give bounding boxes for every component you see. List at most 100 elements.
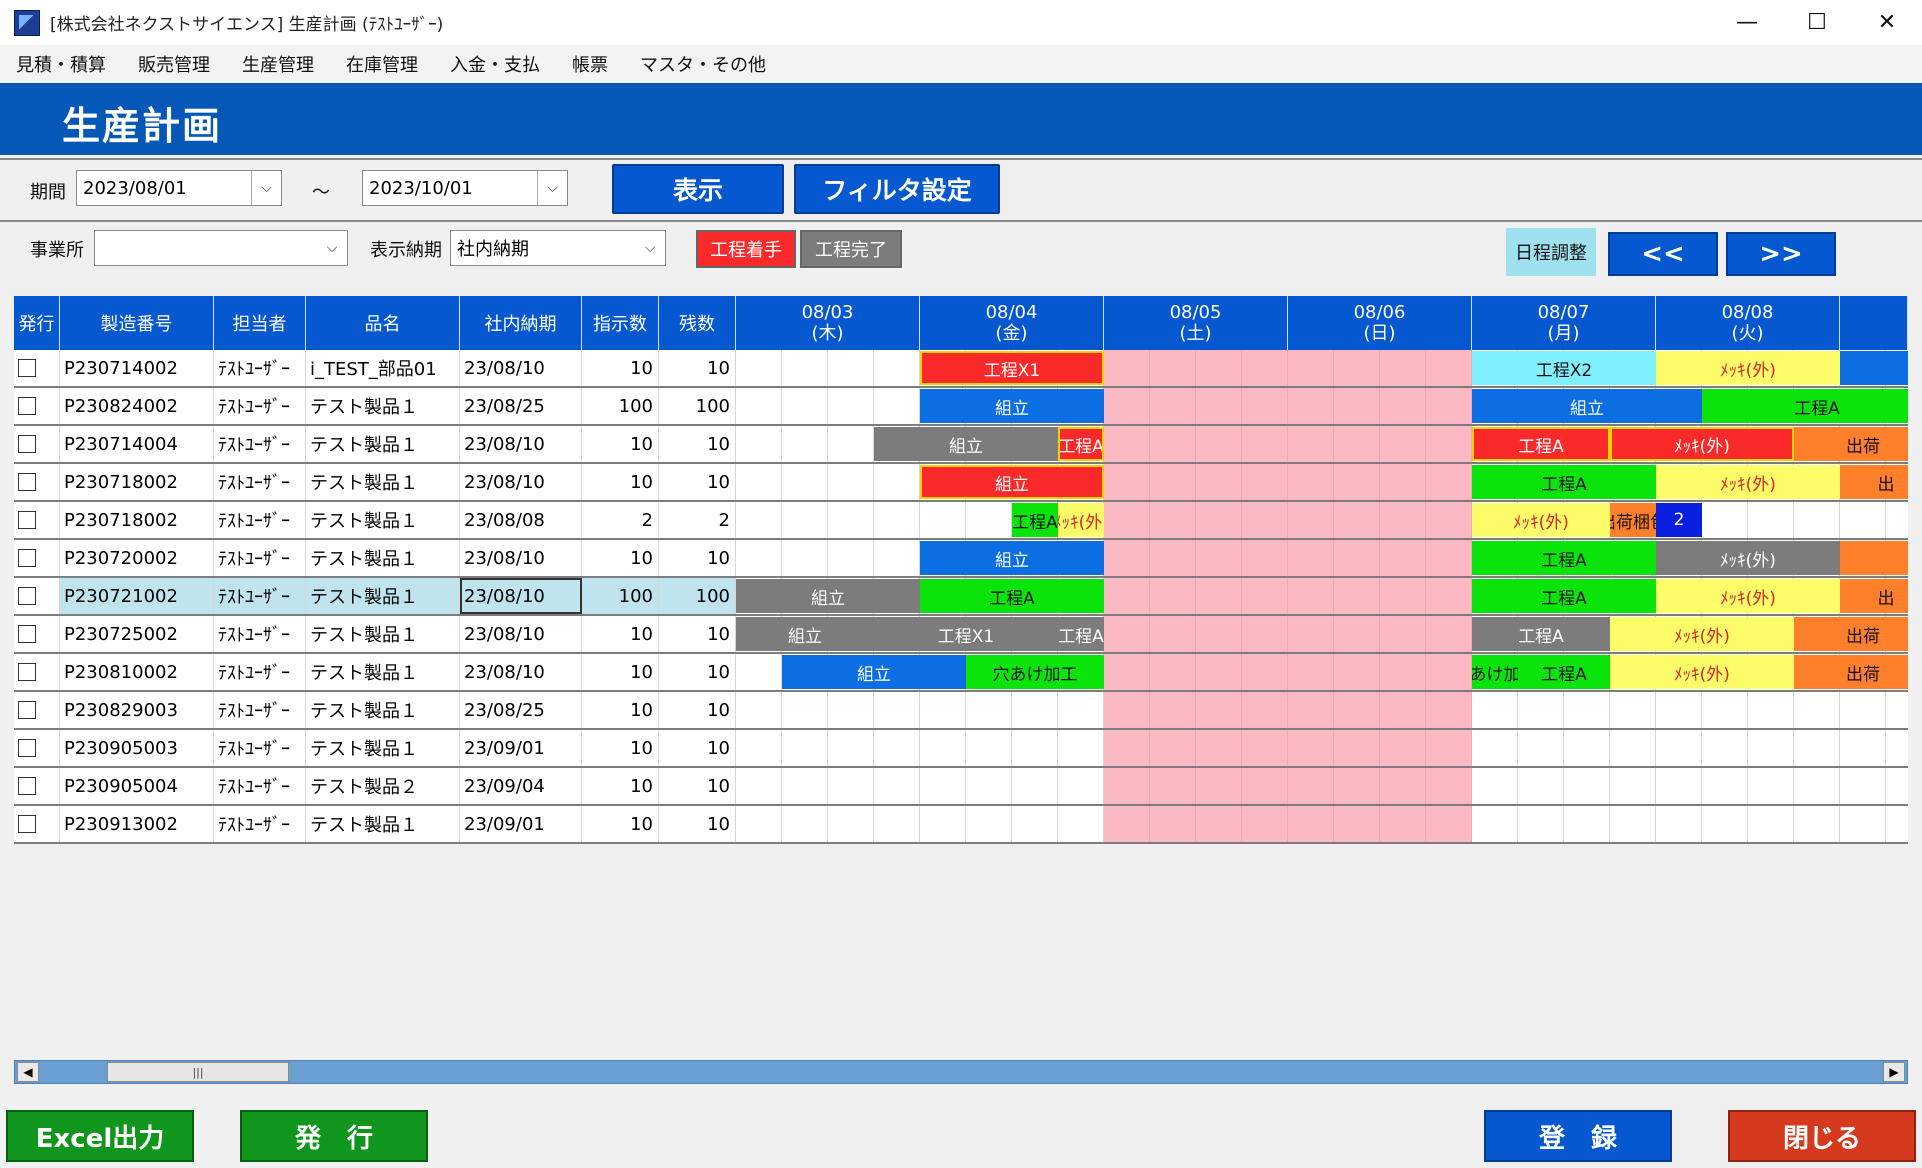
- process-bar[interactable]: ﾒｯｷ(外): [1472, 503, 1610, 537]
- process-bar[interactable]: 出: [1840, 465, 1908, 499]
- schedule-cell[interactable]: [1794, 502, 1840, 538]
- schedule-cell[interactable]: [1702, 692, 1748, 728]
- item-cell[interactable]: テスト製品１: [306, 616, 460, 652]
- rem-cell[interactable]: 10: [659, 806, 736, 842]
- schedule-cell[interactable]: [1058, 730, 1104, 766]
- schedule-cell[interactable]: [828, 806, 874, 842]
- issue-checkbox[interactable]: [18, 663, 36, 681]
- item-cell[interactable]: テスト製品１: [306, 464, 460, 500]
- schedule-cell[interactable]: [1196, 426, 1242, 462]
- rem-cell[interactable]: 100: [659, 388, 736, 424]
- schedule-cell[interactable]: [1748, 806, 1794, 842]
- issue-checkbox[interactable]: [18, 587, 36, 605]
- process-bar[interactable]: 工程X2: [1472, 351, 1656, 385]
- schedule-cell[interactable]: [1748, 768, 1794, 804]
- schedule-cell[interactable]: [1702, 502, 1748, 538]
- delivery-select[interactable]: 社内納期 ⌵: [450, 230, 666, 266]
- due-cell[interactable]: 23/08/10: [460, 616, 582, 652]
- register-button[interactable]: 登 録: [1484, 1110, 1672, 1162]
- show-button[interactable]: 表示: [612, 164, 784, 214]
- schedule-cell[interactable]: [782, 806, 828, 842]
- schedule-cell[interactable]: [1886, 806, 1908, 842]
- schedule-cell[interactable]: [1196, 806, 1242, 842]
- issue-checkbox[interactable]: [18, 359, 36, 377]
- schedule-cell[interactable]: [1472, 730, 1518, 766]
- process-bar[interactable]: 工程A: [1472, 427, 1610, 461]
- process-bar[interactable]: 組立: [736, 579, 920, 613]
- schedule-cell[interactable]: [1242, 692, 1288, 728]
- horizontal-scrollbar[interactable]: ◀ ||| ▶: [14, 1060, 1908, 1084]
- schedule-cell[interactable]: [782, 464, 828, 500]
- schedule-cell[interactable]: [874, 692, 920, 728]
- schedule-cell[interactable]: [966, 692, 1012, 728]
- schedule-cell[interactable]: [1334, 730, 1380, 766]
- schedule-cell[interactable]: [1104, 578, 1150, 614]
- schedule-cell[interactable]: [1426, 616, 1472, 652]
- schedule-cell[interactable]: [1380, 806, 1426, 842]
- schedule-cell[interactable]: [1380, 768, 1426, 804]
- process-bar[interactable]: ﾒｯｷ(外): [1656, 465, 1840, 499]
- maximize-button[interactable]: ☐: [1782, 0, 1852, 45]
- tanto-cell[interactable]: ﾃｽﾄﾕｰｻﾞｰ: [214, 426, 306, 462]
- schedule-cell[interactable]: [1380, 692, 1426, 728]
- schedule-cell[interactable]: [736, 388, 782, 424]
- schedule-cell[interactable]: [1242, 426, 1288, 462]
- schedule-cell[interactable]: [1150, 350, 1196, 386]
- schedule-cell[interactable]: [1104, 388, 1150, 424]
- schedule-cell[interactable]: [874, 806, 920, 842]
- rem-cell[interactable]: 10: [659, 692, 736, 728]
- schedule-cell[interactable]: [1242, 578, 1288, 614]
- schedule-cell[interactable]: [1196, 464, 1242, 500]
- menu-reports[interactable]: 帳票: [572, 51, 608, 77]
- due-cell[interactable]: 23/08/10: [460, 350, 582, 386]
- close-button[interactable]: 閉じる: [1728, 1110, 1916, 1162]
- schedule-cell[interactable]: [1196, 692, 1242, 728]
- schedule-cell[interactable]: [920, 730, 966, 766]
- due-cell[interactable]: 23/08/10: [460, 540, 582, 576]
- no-cell[interactable]: P230718002: [60, 464, 214, 500]
- schedule-cell[interactable]: [782, 426, 828, 462]
- issue-checkbox[interactable]: [18, 777, 36, 795]
- schedule-cell[interactable]: [1150, 502, 1196, 538]
- schedule-cell[interactable]: [1794, 692, 1840, 728]
- tanto-cell[interactable]: ﾃｽﾄﾕｰｻﾞｰ: [214, 806, 306, 842]
- process-bar[interactable]: 出: [1840, 579, 1908, 613]
- menu-production[interactable]: 生産管理: [242, 51, 314, 77]
- qty-cell[interactable]: 10: [582, 692, 659, 728]
- process-bar[interactable]: 組立: [782, 655, 966, 689]
- schedule-cell[interactable]: [1196, 502, 1242, 538]
- schedule-cell[interactable]: [1380, 540, 1426, 576]
- schedule-cell[interactable]: [1104, 692, 1150, 728]
- due-cell[interactable]: 23/08/10: [460, 578, 582, 614]
- schedule-cell[interactable]: [1426, 350, 1472, 386]
- qty-cell[interactable]: 10: [582, 806, 659, 842]
- schedule-cell[interactable]: [1426, 654, 1472, 690]
- schedule-cell[interactable]: [1472, 692, 1518, 728]
- item-cell[interactable]: テスト製品１: [306, 806, 460, 842]
- issue-checkbox[interactable]: [18, 739, 36, 757]
- due-cell[interactable]: 23/08/25: [460, 388, 582, 424]
- schedule-cell[interactable]: [1702, 730, 1748, 766]
- schedule-cell[interactable]: [736, 350, 782, 386]
- schedule-cell[interactable]: [1288, 616, 1334, 652]
- schedule-cell[interactable]: [736, 426, 782, 462]
- tanto-cell[interactable]: ﾃｽﾄﾕｰｻﾞｰ: [214, 692, 306, 728]
- item-cell[interactable]: テスト製品１: [306, 502, 460, 538]
- schedule-cell[interactable]: [1472, 768, 1518, 804]
- no-cell[interactable]: P230714004: [60, 426, 214, 462]
- schedule-cell[interactable]: [1426, 540, 1472, 576]
- process-bar[interactable]: ﾒｯｷ(外): [1610, 617, 1794, 651]
- process-bar[interactable]: 工程X1: [920, 351, 1104, 385]
- qty-cell[interactable]: 2: [582, 502, 659, 538]
- process-bar[interactable]: 工程A: [1058, 617, 1104, 651]
- schedule-cell[interactable]: [1150, 806, 1196, 842]
- schedule-cell[interactable]: [1150, 540, 1196, 576]
- no-cell[interactable]: P230829003: [60, 692, 214, 728]
- schedule-cell[interactable]: [828, 540, 874, 576]
- issue-checkbox[interactable]: [18, 625, 36, 643]
- schedule-cell[interactable]: [828, 426, 874, 462]
- process-bar[interactable]: 工程A: [1472, 617, 1610, 651]
- schedule-cell[interactable]: [1058, 692, 1104, 728]
- schedule-cell[interactable]: [1288, 350, 1334, 386]
- schedule-cell[interactable]: [1012, 806, 1058, 842]
